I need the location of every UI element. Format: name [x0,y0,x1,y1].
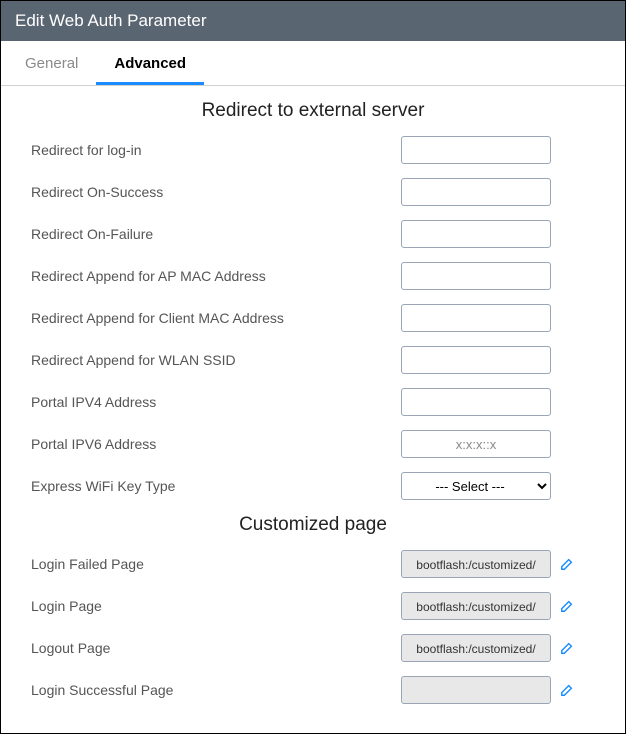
tab-general[interactable]: General [7,41,96,85]
input-redirect-success[interactable] [401,178,551,206]
input-append-ap-mac[interactable] [401,262,551,290]
label-express-wifi-key: Express WiFi Key Type [31,478,401,494]
input-append-wlan-ssid[interactable] [401,346,551,374]
row-portal-ipv6: Portal IPV6 Address [31,430,595,458]
label-login-page: Login Page [31,598,401,614]
input-redirect-failure[interactable] [401,220,551,248]
display-login-failed-page: bootflash:/customized/ [401,550,551,578]
display-logout-page: bootflash:/customized/ [401,634,551,662]
row-login-page: Login Page bootflash:/customized/ [31,592,595,620]
row-redirect-success: Redirect On-Success [31,178,595,206]
label-portal-ipv6: Portal IPV6 Address [31,436,401,452]
edit-icon[interactable] [559,640,575,656]
edit-icon[interactable] [559,598,575,614]
label-redirect-failure: Redirect On-Failure [31,226,401,242]
label-redirect-success: Redirect On-Success [31,184,401,200]
label-logout-page: Logout Page [31,640,401,656]
edit-icon[interactable] [559,682,575,698]
row-express-wifi-key: Express WiFi Key Type --- Select --- [31,472,595,500]
row-logout-page: Logout Page bootflash:/customized/ [31,634,595,662]
input-portal-ipv6[interactable] [401,430,551,458]
row-append-ap-mac: Redirect Append for AP MAC Address [31,262,595,290]
tab-advanced[interactable]: Advanced [96,41,204,85]
dialog-title: Edit Web Auth Parameter [1,1,625,41]
row-redirect-failure: Redirect On-Failure [31,220,595,248]
row-login-success-page: Login Successful Page [31,676,595,704]
edit-icon[interactable] [559,556,575,572]
label-append-ap-mac: Redirect Append for AP MAC Address [31,268,401,284]
row-portal-ipv4: Portal IPV4 Address [31,388,595,416]
label-portal-ipv4: Portal IPV4 Address [31,394,401,410]
input-redirect-login[interactable] [401,136,551,164]
display-login-page: bootflash:/customized/ [401,592,551,620]
display-login-success-page [401,676,551,704]
tab-bar: General Advanced [1,41,625,86]
label-redirect-login: Redirect for log-in [31,142,401,158]
input-append-client-mac[interactable] [401,304,551,332]
label-append-wlan-ssid: Redirect Append for WLAN SSID [31,352,401,368]
section-heading-redirect: Redirect to external server [31,100,595,122]
row-append-client-mac: Redirect Append for Client MAC Address [31,304,595,332]
row-login-failed-page: Login Failed Page bootflash:/customized/ [31,550,595,578]
form-area: Redirect to external server Redirect for… [1,100,625,730]
section-heading-custom: Customized page [31,514,595,536]
label-login-success-page: Login Successful Page [31,682,401,698]
label-append-client-mac: Redirect Append for Client MAC Address [31,310,401,326]
row-redirect-login: Redirect for log-in [31,136,595,164]
label-login-failed-page: Login Failed Page [31,556,401,572]
input-portal-ipv4[interactable] [401,388,551,416]
select-express-wifi-key[interactable]: --- Select --- [401,472,551,500]
row-append-wlan-ssid: Redirect Append for WLAN SSID [31,346,595,374]
